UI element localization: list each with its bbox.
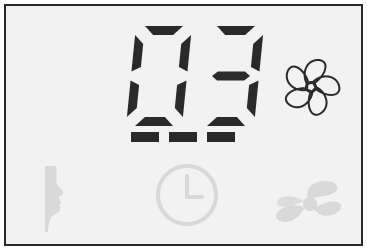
lcd-display-panel: 03 xyxy=(4,4,363,246)
seven-segment-readout xyxy=(126,26,264,126)
segment-f xyxy=(131,35,144,72)
segment-a xyxy=(217,26,255,35)
segment-c xyxy=(174,80,187,117)
clock-icon[interactable] xyxy=(154,162,220,228)
level-bar xyxy=(207,132,235,142)
segment-e xyxy=(126,80,140,117)
segment-b xyxy=(250,35,264,72)
segment-a xyxy=(145,26,183,35)
segment-b xyxy=(178,35,192,72)
segment-d xyxy=(135,117,173,126)
fan-dim-icon[interactable] xyxy=(274,178,346,230)
segment-d xyxy=(207,117,245,126)
segment-c xyxy=(246,80,259,117)
level-bar xyxy=(169,132,197,142)
segment-g xyxy=(212,71,250,81)
level-bar xyxy=(131,132,159,142)
readout-value: 03 xyxy=(6,6,7,7)
level-bars xyxy=(131,132,235,142)
fan-icon[interactable] xyxy=(276,52,346,122)
face-profile-icon[interactable] xyxy=(42,164,82,234)
